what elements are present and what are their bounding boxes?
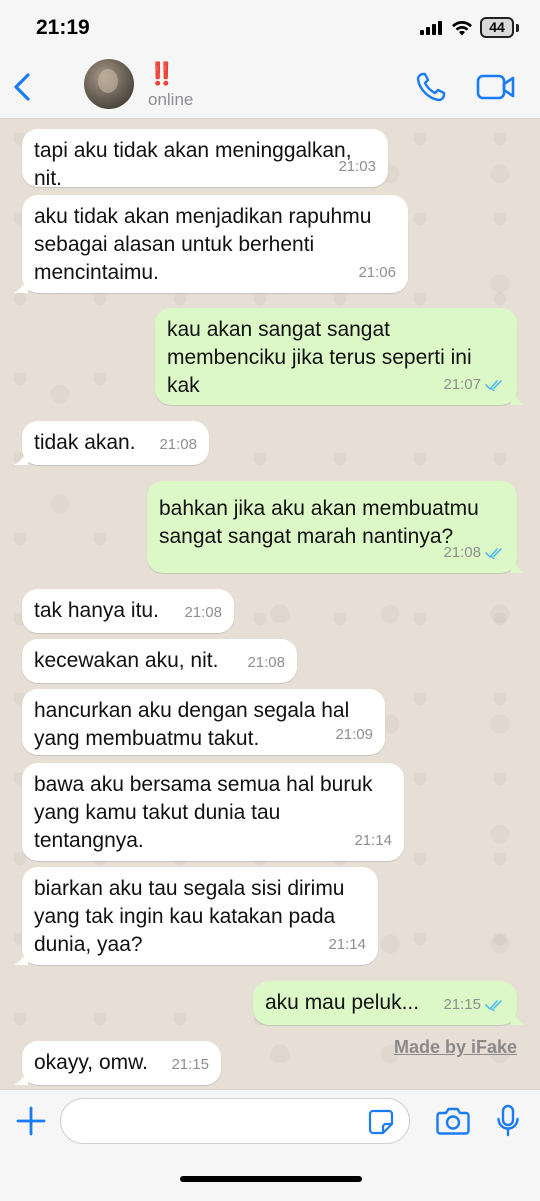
message-time: 21:08 xyxy=(159,436,197,453)
message-input[interactable] xyxy=(60,1098,410,1144)
camera-icon[interactable] xyxy=(436,1106,470,1136)
bubble-tail xyxy=(511,559,525,573)
message-bubble-incoming[interactable]: bawa aku bersama semua hal buruk yang ka… xyxy=(22,763,404,861)
chat-area[interactable]: tapi aku tidak akan meninggalkan, nit. 2… xyxy=(0,119,540,1089)
message-bubble-incoming[interactable]: aku tidak akan menjadikan rapuhmu sebaga… xyxy=(14,195,408,293)
bubble-tail xyxy=(14,1071,28,1085)
bubble-tail xyxy=(511,1011,525,1025)
message-time: 21:15 xyxy=(443,996,481,1013)
message-text: aku tidak akan menjadikan rapuhmu sebaga… xyxy=(34,205,372,284)
message-time: 21:14 xyxy=(354,832,392,849)
phone-icon[interactable] xyxy=(414,70,448,104)
message-time: 21:09 xyxy=(335,726,373,743)
message-meta: 21:09 xyxy=(335,721,373,749)
bubble-tail xyxy=(511,391,525,405)
battery-level: 44 xyxy=(489,19,505,35)
message-meta: 21:15 xyxy=(443,991,505,1019)
message-time: 21:08 xyxy=(443,544,481,561)
message-bubble-outgoing[interactable]: kau akan sangat sangat membenciku jika t… xyxy=(155,308,525,405)
message-bubble-outgoing[interactable]: bahkan jika aku akan membuatmu sangat sa… xyxy=(147,481,525,573)
video-camera-icon[interactable] xyxy=(476,72,516,102)
message-meta: 21:06 xyxy=(358,259,396,287)
cellular-signal-icon xyxy=(420,21,444,35)
status-time: 21:19 xyxy=(36,16,90,39)
message-bubble-incoming[interactable]: biarkan aku tau segala sisi dirimu yang … xyxy=(14,867,378,965)
bubble-tail xyxy=(14,279,28,293)
avatar[interactable] xyxy=(84,59,134,109)
message-meta: 21:08 xyxy=(247,649,285,677)
bubble-tail xyxy=(14,451,28,465)
message-meta: 21:03 xyxy=(338,153,376,181)
message-meta: 21:08 xyxy=(184,599,222,627)
chat-header: ‼️ online xyxy=(0,58,540,119)
message-bubble-incoming[interactable]: tak hanya itu. 21:08 xyxy=(22,589,234,633)
message-time: 21:06 xyxy=(358,264,396,281)
double-check-icon xyxy=(485,548,502,559)
watermark: Made by iFake xyxy=(393,1037,517,1057)
message-bubble-incoming[interactable]: hancurkan aku dengan segala hal yang mem… xyxy=(22,689,385,755)
message-time: 21:08 xyxy=(184,604,222,621)
message-bubble-incoming[interactable]: kecewakan aku, nit. 21:08 xyxy=(22,639,297,683)
message-text: tapi aku tidak akan meninggalkan, nit. xyxy=(34,139,352,190)
battery-icon: 44 xyxy=(480,17,514,38)
message-bubble-outgoing[interactable]: aku mau peluk... 21:15 xyxy=(253,981,525,1025)
bubble-tail xyxy=(14,951,28,965)
message-meta: 21:15 xyxy=(171,1051,209,1079)
message-time: 21:14 xyxy=(328,936,366,953)
status-bar: 21:19 44 xyxy=(0,0,540,58)
message-meta: 21:08 xyxy=(159,431,197,459)
back-chevron-icon[interactable] xyxy=(10,70,34,104)
contact-status: online xyxy=(148,90,194,109)
message-text: biarkan aku tau segala sisi dirimu yang … xyxy=(34,877,345,956)
home-indicator[interactable] xyxy=(180,1176,362,1182)
message-bubble-incoming[interactable]: tapi aku tidak akan meninggalkan, nit. 2… xyxy=(22,129,388,190)
message-time: 21:03 xyxy=(338,158,376,175)
message-text: tidak akan. xyxy=(34,431,136,454)
message-text: bawa aku bersama semua hal buruk yang ka… xyxy=(34,773,373,852)
sticker-icon[interactable] xyxy=(368,1109,394,1135)
plus-icon[interactable] xyxy=(16,1106,46,1136)
message-text: hancurkan aku dengan segala hal yang mem… xyxy=(34,699,350,750)
message-bubble-incoming[interactable]: tidak akan. 21:08 xyxy=(14,421,209,465)
message-bubble-incoming[interactable]: okayy, omw. 21:15 xyxy=(14,1041,221,1085)
double-check-icon xyxy=(485,380,502,391)
input-bar xyxy=(0,1089,540,1201)
message-meta: 21:14 xyxy=(354,827,392,855)
microphone-icon[interactable] xyxy=(496,1104,520,1138)
wifi-icon xyxy=(452,20,472,36)
contact-name[interactable]: ‼️ xyxy=(148,61,175,87)
message-meta: 21:14 xyxy=(328,931,366,959)
double-check-icon xyxy=(485,1000,502,1011)
message-time: 21:08 xyxy=(247,654,285,671)
message-time: 21:15 xyxy=(171,1056,209,1073)
message-meta: 21:08 xyxy=(443,539,505,567)
message-meta: 21:07 xyxy=(443,371,505,399)
message-time: 21:07 xyxy=(443,376,481,393)
battery-tip xyxy=(516,24,519,32)
